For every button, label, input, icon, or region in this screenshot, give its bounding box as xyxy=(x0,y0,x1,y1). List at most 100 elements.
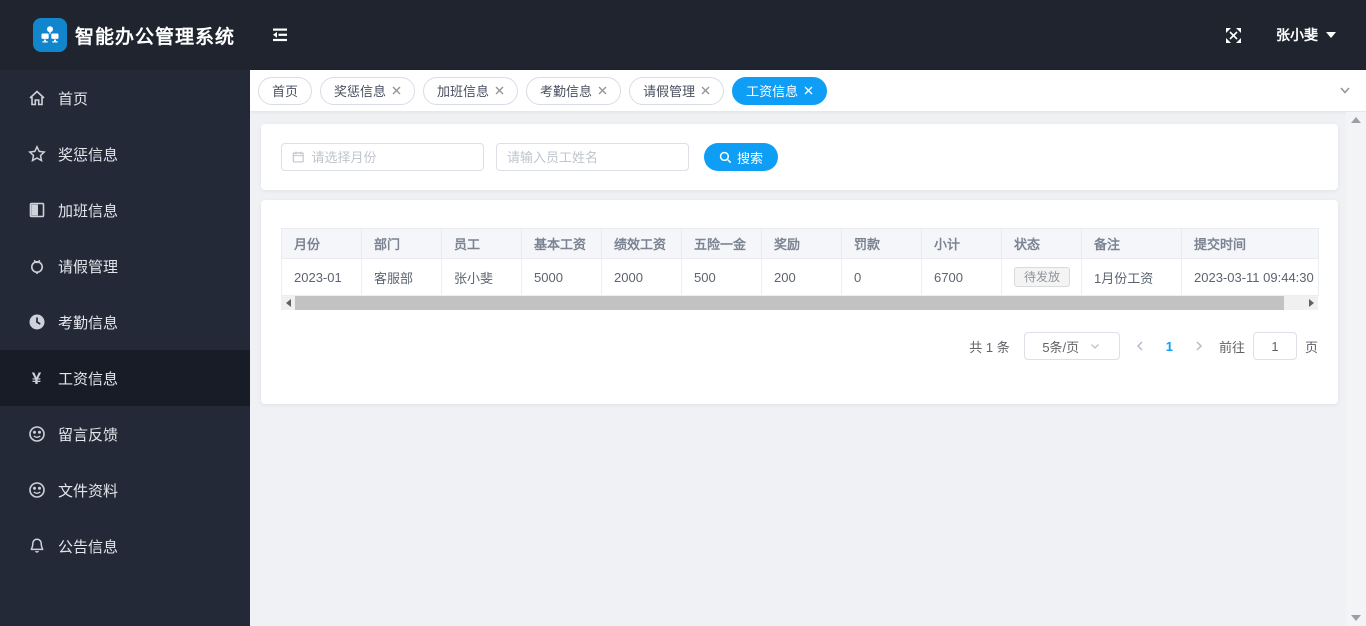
horizontal-scrollbar[interactable] xyxy=(281,296,1318,310)
cell-performance-salary: 2000 xyxy=(601,258,682,296)
employee-name-field[interactable] xyxy=(496,143,689,171)
salary-table: 月份 部门 员工 基本工资 绩效工资 五险一金 奖励 罚款 小计 状态 备注 提… xyxy=(281,228,1319,296)
sidebar-item-label: 文件资料 xyxy=(58,482,119,500)
chevron-down-icon[interactable] xyxy=(1338,83,1352,102)
smiley-icon xyxy=(27,481,46,500)
scroll-left-arrow-icon[interactable] xyxy=(281,296,295,310)
table-row: 2023-01 客服部 张小斐 5000 2000 500 200 0 6700… xyxy=(281,258,1319,296)
close-icon[interactable] xyxy=(598,86,607,95)
sidebar-item-announcements[interactable]: 公告信息 xyxy=(0,518,250,574)
cell-submit-time: 2023-03-11 09:44:30 xyxy=(1181,258,1319,296)
horizontal-scroll-track[interactable] xyxy=(295,296,1304,310)
sidebar-item-overtime[interactable]: 加班信息 xyxy=(0,182,250,238)
tab-leave[interactable]: 请假管理 xyxy=(629,76,725,105)
prev-page-icon[interactable] xyxy=(1134,340,1146,352)
logo-area: 智能办公管理系统 xyxy=(0,18,250,52)
horizontal-scroll-thumb[interactable] xyxy=(295,296,1284,310)
sidebar-item-feedback[interactable]: 留言反馈 xyxy=(0,406,250,462)
page-unit-label: 页 xyxy=(1304,339,1318,355)
column-header: 小计 xyxy=(921,228,1002,259)
status-badge: 待发放 xyxy=(1014,267,1071,287)
column-header: 备注 xyxy=(1081,228,1182,259)
goto-page-input[interactable] xyxy=(1252,332,1297,360)
sidebar-item-label: 公告信息 xyxy=(58,538,119,556)
cell-base-salary: 5000 xyxy=(521,258,602,296)
pager: 1 xyxy=(1134,339,1205,354)
pagination-bar: 共 1 条 5条/页 1 前往 页 xyxy=(281,332,1318,360)
page-number[interactable]: 1 xyxy=(1164,339,1175,354)
user-menu[interactable]: 张小斐 xyxy=(1276,25,1336,45)
column-header: 月份 xyxy=(281,228,362,259)
tab-rewards[interactable]: 奖惩信息 xyxy=(320,76,416,105)
sidebar-collapse-icon[interactable] xyxy=(270,26,290,44)
next-page-icon[interactable] xyxy=(1193,340,1205,352)
sidebar-item-label: 工资信息 xyxy=(58,370,119,388)
sidebar-item-attendance[interactable]: 考勤信息 xyxy=(0,294,250,350)
vertical-scrollbar[interactable] xyxy=(1346,112,1366,626)
scroll-up-arrow-icon[interactable] xyxy=(1351,117,1361,123)
notebook-icon xyxy=(27,201,46,220)
table-header-row: 月份 部门 员工 基本工资 绩效工资 五险一金 奖励 罚款 小计 状态 备注 提… xyxy=(281,228,1319,259)
cell-status: 待发放 xyxy=(1001,258,1082,296)
column-header: 绩效工资 xyxy=(601,228,682,259)
sidebar-item-home[interactable]: 首页 xyxy=(0,70,250,126)
header-right: 张小斐 xyxy=(1225,25,1366,45)
yen-icon: ¥ xyxy=(31,368,42,388)
column-header: 提交时间 xyxy=(1181,228,1319,259)
star-icon xyxy=(27,145,46,164)
search-panel: 搜索 xyxy=(261,124,1338,190)
cell-department: 客服部 xyxy=(361,258,442,296)
tab-label: 加班信息 xyxy=(437,84,490,99)
home-icon xyxy=(27,89,46,108)
page-size-select[interactable]: 5条/页 xyxy=(1023,332,1120,360)
tab-salary[interactable]: 工资信息 xyxy=(732,76,828,105)
tab-attendance[interactable]: 考勤信息 xyxy=(526,76,622,105)
goto-label: 前往 xyxy=(1218,339,1245,355)
close-icon[interactable] xyxy=(392,86,401,95)
sidebar-item-label: 留言反馈 xyxy=(58,426,119,444)
calendar-icon xyxy=(292,151,304,163)
search-button[interactable]: 搜索 xyxy=(704,143,779,171)
column-header: 罚款 xyxy=(841,228,922,259)
search-icon xyxy=(719,151,732,163)
sidebar-item-files[interactable]: 文件资料 xyxy=(0,462,250,518)
close-icon[interactable] xyxy=(804,86,813,95)
cell-insurance: 500 xyxy=(681,258,762,296)
pagination-total: 共 1 条 xyxy=(969,339,1010,355)
sidebar-item-leave[interactable]: 请假管理 xyxy=(0,238,250,294)
sidebar-nav: 首页 奖惩信息 加班信息 请假管理 考勤信息 ¥ 工资信息 留言反馈 文件资料 … xyxy=(0,70,250,626)
stopwatch-icon xyxy=(27,257,46,276)
cell-month: 2023-01 xyxy=(281,258,362,296)
sidebar-item-salary[interactable]: ¥ 工资信息 xyxy=(0,350,250,406)
column-header: 员工 xyxy=(441,228,522,259)
month-input[interactable] xyxy=(311,149,473,165)
tab-home[interactable]: 首页 xyxy=(258,76,313,105)
page-size-value: 5条/页 xyxy=(1042,339,1080,355)
column-header: 状态 xyxy=(1001,228,1082,259)
column-header: 奖励 xyxy=(761,228,842,259)
search-button-label: 搜索 xyxy=(737,150,764,166)
cell-bonus: 200 xyxy=(761,258,842,296)
tab-overtime[interactable]: 加班信息 xyxy=(423,76,519,105)
tab-label: 奖惩信息 xyxy=(334,84,387,99)
month-picker[interactable] xyxy=(281,143,484,171)
employee-name-input[interactable] xyxy=(507,149,678,165)
scroll-right-arrow-icon[interactable] xyxy=(1304,296,1318,310)
fullscreen-icon[interactable] xyxy=(1225,27,1242,44)
sidebar-item-label: 考勤信息 xyxy=(58,314,119,332)
app-title: 智能办公管理系统 xyxy=(75,26,236,48)
sidebar-item-label: 奖惩信息 xyxy=(58,146,119,164)
column-header: 基本工资 xyxy=(521,228,602,259)
user-name: 张小斐 xyxy=(1276,27,1318,43)
sidebar-item-rewards[interactable]: 奖惩信息 xyxy=(0,126,250,182)
sidebar-item-label: 首页 xyxy=(58,90,89,108)
sidebar-item-label: 请假管理 xyxy=(58,258,119,276)
app-logo-icon xyxy=(33,18,67,52)
open-tabs-bar: 首页 奖惩信息 加班信息 考勤信息 请假管理 工资信息 xyxy=(250,70,1366,112)
cell-subtotal: 6700 xyxy=(921,258,1002,296)
tab-label: 请假管理 xyxy=(643,84,696,99)
close-icon[interactable] xyxy=(701,86,710,95)
scroll-down-arrow-icon[interactable] xyxy=(1351,615,1361,621)
app-header: 智能办公管理系统 张小斐 xyxy=(0,0,1366,70)
close-icon[interactable] xyxy=(495,86,504,95)
